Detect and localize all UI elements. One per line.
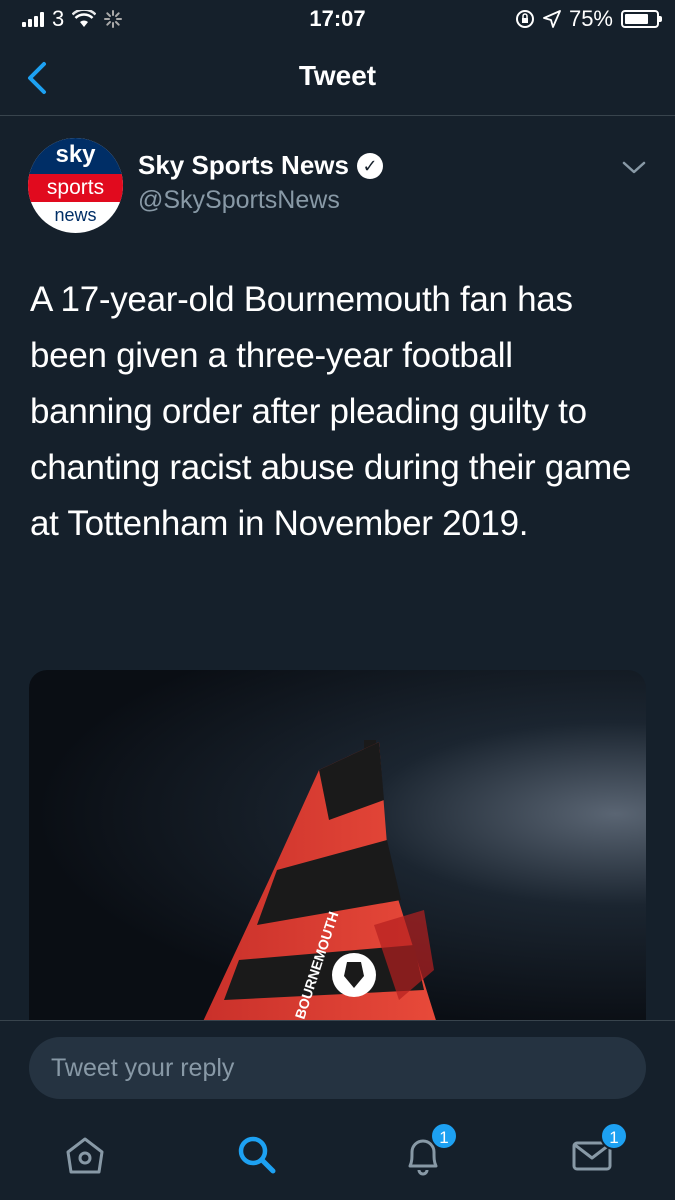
status-bar: 3 17:07 75%	[0, 0, 675, 38]
search-icon	[238, 1136, 276, 1174]
home-icon	[66, 1137, 104, 1174]
location-arrow-icon	[543, 10, 561, 28]
tweet-text: A 17-year-old Bournemouth fan has been g…	[30, 280, 632, 543]
display-name-text: Sky Sports News	[138, 150, 349, 180]
display-name[interactable]: Sky Sports News ✓	[138, 150, 383, 181]
avatar-logo-sports: sports	[28, 174, 123, 202]
nav-header: Tweet	[0, 40, 675, 116]
reply-bar: Tweet your reply	[0, 1020, 675, 1120]
tweet-media-image[interactable]: BOURNEMOUTH	[29, 670, 646, 1030]
tab-home[interactable]	[60, 1130, 110, 1180]
avatar-logo-news: news	[54, 205, 97, 225]
battery-icon	[621, 10, 662, 28]
tweet-header: sky sports news Sky Sports News ✓ @SkySp…	[28, 138, 648, 234]
battery-percent: 75%	[568, 6, 613, 31]
avatar-logo-sky: sky	[28, 138, 123, 174]
tab-notifications[interactable]: 1	[398, 1122, 458, 1180]
tab-messages[interactable]: 1	[568, 1122, 628, 1180]
avatar[interactable]: sky sports news	[28, 138, 123, 233]
chevron-down-icon[interactable]	[620, 158, 648, 178]
user-handle[interactable]: @SkySportsNews	[138, 186, 340, 215]
tab-bar: 1 1	[0, 1110, 675, 1200]
corner-flag-image: BOURNEMOUTH	[199, 740, 439, 1030]
page-title: Tweet	[298, 60, 377, 91]
reply-input[interactable]: Tweet your reply	[29, 1037, 646, 1099]
notifications-badge: 1	[430, 1122, 458, 1150]
messages-badge: 1	[600, 1122, 628, 1150]
orientation-lock-icon	[515, 10, 534, 28]
tab-search[interactable]	[232, 1130, 282, 1180]
verified-badge-icon: ✓	[356, 152, 383, 179]
